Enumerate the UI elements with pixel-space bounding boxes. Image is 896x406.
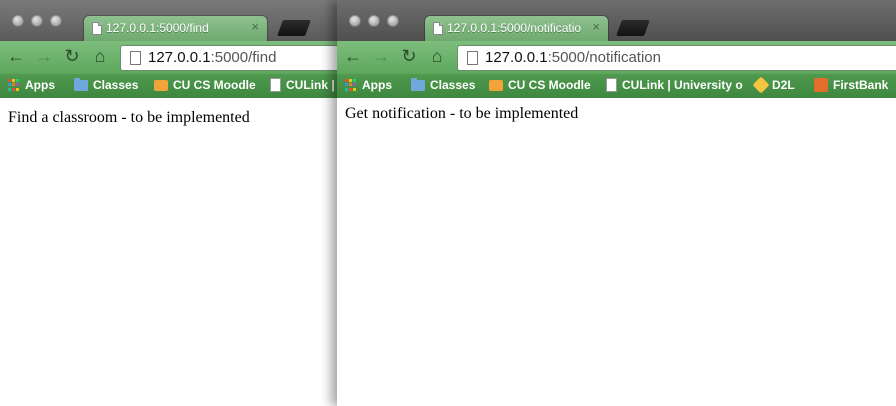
page-content: Get notification - to be implemented (337, 98, 896, 406)
close-window-button[interactable] (12, 15, 24, 27)
page-icon (92, 22, 102, 35)
browser-window-find: 127.0.0.1:5000/find × ← → ↻ ⌂ 127.0.0.1:… (0, 0, 340, 406)
page-icon (467, 51, 478, 65)
browser-tab[interactable]: 127.0.0.1:5000/notificatio × (425, 16, 608, 41)
bookmark-culink[interactable]: CULink | (270, 78, 335, 92)
moodle-icon (154, 79, 168, 91)
bookmarks-bar: Apps Classes CU CS Moodle CULink | Unive… (337, 74, 896, 98)
address-bar[interactable]: 127.0.0.1:5000/find (120, 45, 340, 71)
title-bar: 127.0.0.1:5000/find × (0, 0, 340, 41)
back-arrow-icon[interactable]: ← (343, 46, 363, 66)
page-icon (130, 51, 141, 65)
bookmark-culink[interactable]: CULink | University o (606, 78, 743, 92)
reload-icon[interactable]: ↻ (399, 46, 419, 66)
tab-title: 127.0.0.1:5000/notificatio (447, 21, 582, 35)
apps-grid-icon (345, 79, 357, 91)
bookmark-d2l[interactable]: D2L (752, 76, 795, 94)
page-icon (433, 22, 443, 35)
address-bar[interactable]: 127.0.0.1:5000/notification (457, 45, 896, 71)
bookmark-apps[interactable]: Apps (345, 78, 392, 92)
folder-icon (411, 77, 425, 91)
new-tab-button[interactable] (277, 20, 311, 36)
apps-grid-icon (8, 79, 20, 91)
bookmark-moodle[interactable]: CU CS Moodle (489, 78, 591, 92)
page-icon (606, 78, 617, 92)
home-icon[interactable]: ⌂ (90, 46, 110, 66)
forward-arrow-icon[interactable]: → (34, 46, 54, 66)
browser-window-notification: 127.0.0.1:5000/notificatio × ← → ↻ ⌂ 127… (337, 0, 896, 406)
close-icon[interactable]: × (592, 19, 600, 34)
url-text[interactable]: 127.0.0.1:5000/notification (485, 49, 661, 66)
reload-icon[interactable]: ↻ (62, 46, 82, 66)
moodle-icon (489, 79, 503, 91)
tab-title: 127.0.0.1:5000/find (106, 21, 209, 35)
page-content: Find a classroom - to be implemented (0, 98, 340, 406)
home-icon[interactable]: ⌂ (427, 46, 447, 66)
d2l-icon (752, 76, 770, 94)
firstbank-icon (814, 78, 828, 92)
url-text[interactable]: 127.0.0.1:5000/find (148, 49, 276, 66)
toolbar: ← → ↻ ⌂ 127.0.0.1:5000/notification (337, 41, 896, 74)
forward-arrow-icon[interactable]: → (371, 46, 391, 66)
bookmark-classes[interactable]: Classes (411, 77, 475, 92)
page-text: Find a classroom - to be implemented (8, 109, 250, 126)
window-controls (12, 15, 62, 27)
bookmark-apps[interactable]: Apps (8, 78, 55, 92)
browser-tab[interactable]: 127.0.0.1:5000/find × (84, 16, 267, 41)
bookmark-moodle[interactable]: CU CS Moodle (154, 78, 256, 92)
close-icon[interactable]: × (251, 19, 259, 34)
window-controls (349, 15, 399, 27)
back-arrow-icon[interactable]: ← (6, 46, 26, 66)
zoom-window-button[interactable] (387, 15, 399, 27)
title-bar: 127.0.0.1:5000/notificatio × (337, 0, 896, 41)
bookmarks-bar: Apps Classes CU CS Moodle CULink | (0, 74, 340, 98)
bookmark-firstbank[interactable]: FirstBank (814, 78, 888, 92)
zoom-window-button[interactable] (50, 15, 62, 27)
page-icon (270, 78, 281, 92)
page-text: Get notification - to be implemented (345, 105, 579, 122)
minimize-window-button[interactable] (31, 15, 43, 27)
toolbar: ← → ↻ ⌂ 127.0.0.1:5000/find (0, 41, 340, 74)
bookmark-classes[interactable]: Classes (74, 77, 138, 92)
close-window-button[interactable] (349, 15, 361, 27)
minimize-window-button[interactable] (368, 15, 380, 27)
new-tab-button[interactable] (616, 20, 650, 36)
folder-icon (74, 77, 88, 91)
